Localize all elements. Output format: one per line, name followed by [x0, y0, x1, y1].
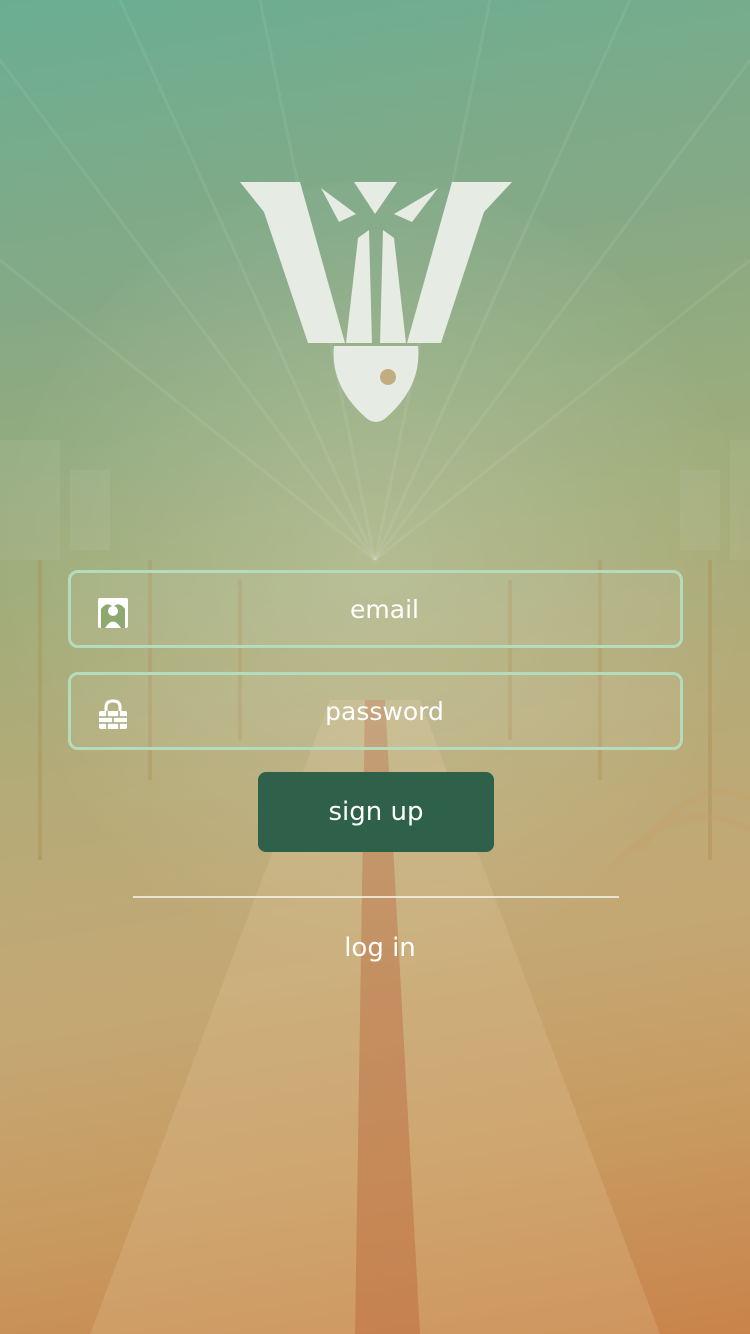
- login-screen: sign up log in: [0, 0, 750, 1334]
- email-field[interactable]: [68, 570, 683, 648]
- divider: [133, 896, 619, 898]
- email-input[interactable]: [71, 573, 680, 645]
- log-in-link[interactable]: log in: [280, 928, 480, 968]
- password-input[interactable]: [71, 675, 680, 747]
- app-logo-icon: [240, 182, 512, 422]
- password-field[interactable]: [68, 672, 683, 750]
- sign-up-button[interactable]: sign up: [258, 772, 494, 852]
